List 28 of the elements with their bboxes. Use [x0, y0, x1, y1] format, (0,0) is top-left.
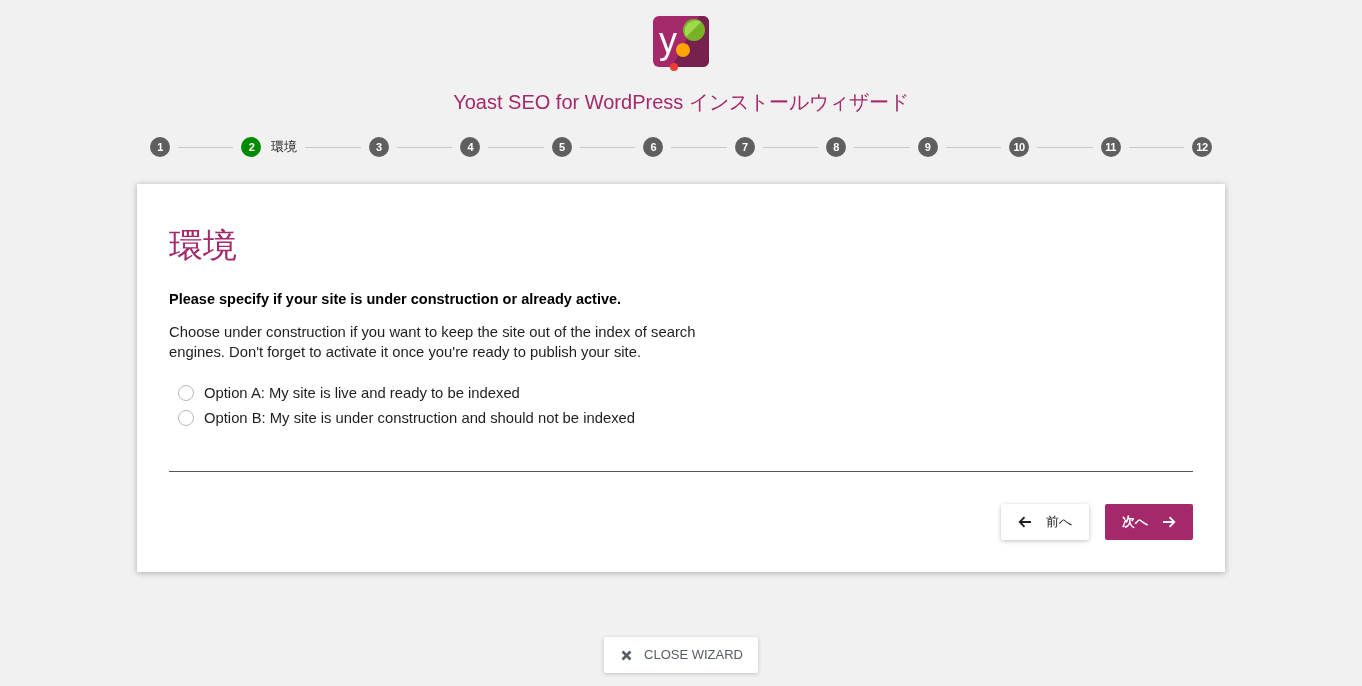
previous-button[interactable]: 前へ: [1001, 504, 1089, 540]
step-button[interactable]: 4: [460, 137, 481, 157]
step-label: 環境: [271, 138, 298, 156]
step-button[interactable]: 7: [734, 137, 755, 157]
step-button[interactable]: 6: [643, 137, 664, 157]
step-button[interactable]: 9: [917, 137, 938, 157]
option-label[interactable]: Option B: My site is under construction and should not be indexed: [204, 407, 635, 428]
wizard-title: Yoast SEO for WordPress インストールウィザード: [453, 90, 909, 114]
step-heading: 環境: [169, 225, 238, 266]
step-button[interactable]: 10: [1009, 137, 1030, 157]
radio-button[interactable]: [178, 409, 194, 426]
step-button[interactable]: 11: [1100, 137, 1121, 157]
step-button[interactable]: 1: [150, 137, 170, 157]
description-text: Choose under construction if you want to keep the site out of the index of search engines. Don't forget to activate it once you're ready to publish your site.: [169, 323, 697, 362]
step-button[interactable]: 5: [551, 137, 572, 157]
next-button[interactable]: 次へ: [1105, 504, 1193, 540]
logo: y: [653, 16, 709, 72]
option-label[interactable]: Option A: My site is live and ready to be indexed: [204, 382, 520, 403]
arrow-left-icon: [1018, 516, 1032, 528]
step-button[interactable]: 12: [1192, 137, 1212, 157]
close-icon: [621, 649, 632, 661]
step-button[interactable]: 3: [368, 137, 389, 157]
radio-button[interactable]: [178, 384, 194, 401]
close-wizard-button[interactable]: CLOSE WIZARD: [604, 637, 758, 673]
step-button[interactable]: 8: [826, 137, 847, 157]
arrow-right-icon: [1162, 516, 1176, 528]
step-button[interactable]: 2: [241, 137, 262, 157]
question-text: Please specify if your site is under construction or already active.: [169, 290, 623, 309]
